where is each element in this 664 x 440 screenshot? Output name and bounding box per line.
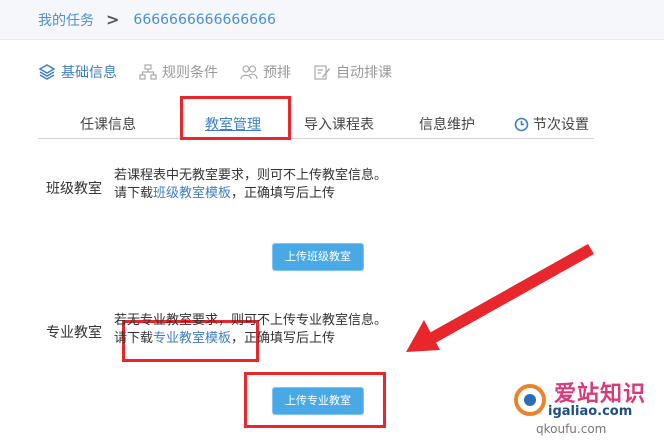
watermark-url-secondary: qkoufu.com [536, 422, 607, 436]
watermark-url: igaliao.com [548, 404, 633, 419]
